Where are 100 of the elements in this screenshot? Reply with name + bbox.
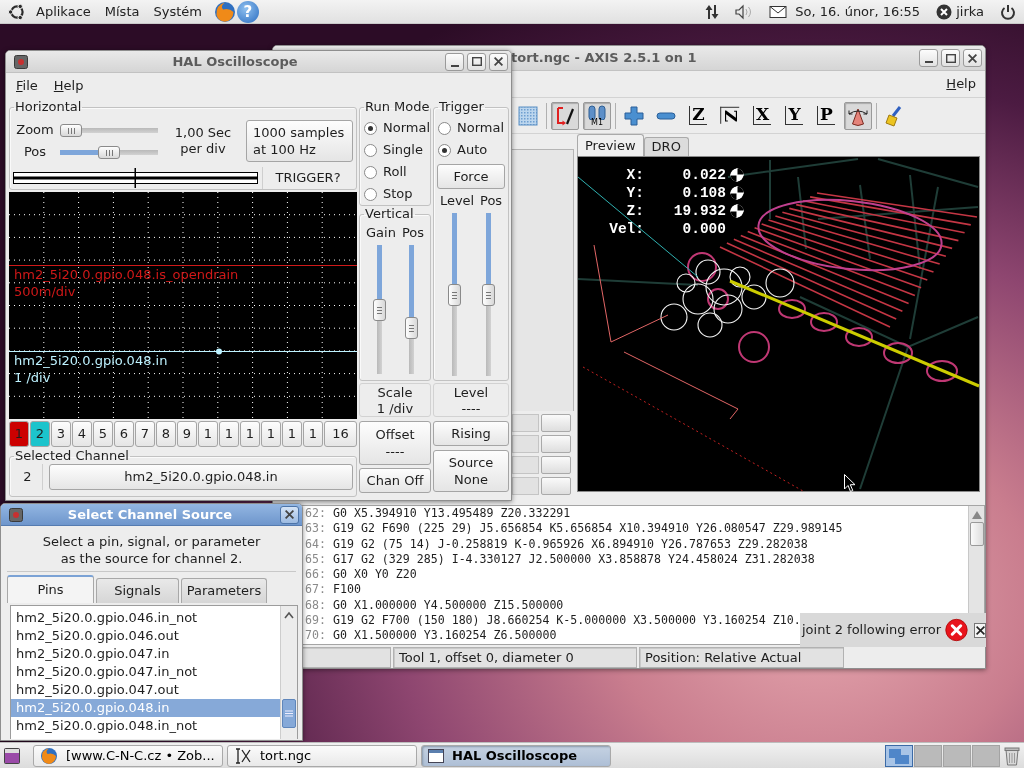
- taskbar-button[interactable]: HAL Oscilloscope: [421, 744, 611, 767]
- menu-item[interactable]: Místa: [102, 3, 142, 20]
- radio-button[interactable]: [438, 143, 451, 157]
- list-item[interactable]: hm2_5i20.0.gpio.047.in: [11, 645, 280, 663]
- radio-label[interactable]: Stop: [383, 186, 413, 202]
- small-button[interactable]: [541, 435, 571, 453]
- small-button[interactable]: [541, 456, 571, 474]
- input-field[interactable]: [512, 456, 539, 474]
- radio-label[interactable]: Normal: [457, 120, 505, 136]
- circle-x-icon[interactable]: [936, 3, 953, 20]
- workspace-cell[interactable]: [972, 744, 1000, 767]
- slider-thumb[interactable]: [372, 298, 386, 321]
- taskbar-button[interactable]: [www.C-N-C.cz • Zob...: [33, 744, 223, 767]
- channel-button[interactable]: 9: [177, 421, 197, 447]
- preview-canvas[interactable]: X: 0.022 Y: 0.108 Z: 19.932 Vel: 0.000: [577, 156, 980, 492]
- logo-icon[interactable]: [8, 2, 26, 21]
- channel-button[interactable]: 16: [324, 421, 357, 447]
- list-item[interactable]: hm2_5i20.0.gpio.047.in_not: [11, 663, 280, 681]
- desktop-icon[interactable]: [4, 747, 20, 764]
- radio-button[interactable]: [364, 165, 377, 179]
- workspace-cell[interactable]: [943, 744, 971, 767]
- window-menu-icon[interactable]: [14, 54, 28, 69]
- channel-button[interactable]: 8: [156, 421, 176, 447]
- perspective-button[interactable]: [844, 101, 872, 130]
- menu-item[interactable]: File: [15, 78, 39, 94]
- samples-button[interactable]: 1000 samples at 100 Hz: [246, 120, 353, 162]
- radio-label[interactable]: Normal: [383, 120, 431, 136]
- view-button[interactable]: Z: [684, 101, 712, 130]
- input-field[interactable]: [512, 435, 539, 453]
- channel-button[interactable]: 1: [261, 421, 281, 447]
- envelope-icon[interactable]: [769, 4, 788, 19]
- radio-button[interactable]: [438, 121, 451, 135]
- speaker-icon[interactable]: [735, 3, 754, 20]
- view-button[interactable]: P: [812, 101, 840, 130]
- list-item[interactable]: hm2_5i20.0.gpio.047.out: [11, 681, 280, 699]
- input-field[interactable]: [512, 477, 539, 495]
- channel-button[interactable]: 6: [114, 421, 134, 447]
- channel-button[interactable]: 1: [282, 421, 302, 447]
- radio-button[interactable]: [364, 143, 377, 157]
- view-button[interactable]: X: [748, 101, 776, 130]
- slider-thumb[interactable]: [447, 283, 461, 306]
- menu-item[interactable]: Aplikace: [34, 3, 93, 20]
- pin-list[interactable]: hm2_5i20.0.gpio.046.in_not hm2_5i20.0.gpio.046.out hm2_5i20.0.gpio.047.in hm2_5i20.0.gpio.047.in_not hm2_5i20.0.gpio.047.out hm2_5i20.0.gpio.048.in hm2_5i20.0.gpio.048.in_not: [10, 605, 298, 739]
- globe-icon[interactable]: [213, 0, 236, 23]
- radio-label[interactable]: Single: [383, 142, 423, 158]
- radio-button[interactable]: [364, 187, 377, 201]
- close-button[interactable]: [974, 622, 986, 638]
- workspace-cell[interactable]: [914, 744, 942, 767]
- clock[interactable]: So, 16. únor, 16:55: [795, 3, 921, 20]
- channel-button[interactable]: 1: [219, 421, 239, 447]
- tab[interactable]: DRO: [643, 137, 689, 156]
- list-item[interactable]: hm2_5i20.0.gpio.046.out: [11, 627, 280, 645]
- channel-button[interactable]: 7: [135, 421, 155, 447]
- tab[interactable]: Parameters: [181, 578, 267, 603]
- menu-item[interactable]: Help: [52, 78, 85, 94]
- trash-icon[interactable]: [1004, 745, 1020, 766]
- minimize-button[interactable]: [919, 49, 938, 67]
- channel-button[interactable]: 5: [93, 421, 113, 447]
- maximize-button[interactable]: [467, 52, 486, 71]
- tab[interactable]: Pins: [7, 575, 94, 603]
- arrows-icon[interactable]: [705, 3, 720, 20]
- close-button[interactable]: [963, 49, 982, 67]
- source-button[interactable]: Source None: [433, 450, 509, 492]
- menu-item[interactable]: Systém: [151, 3, 204, 20]
- slider-thumb[interactable]: [404, 316, 418, 339]
- power-icon[interactable]: [1000, 3, 1016, 20]
- tab[interactable]: Preview: [577, 134, 644, 156]
- toolpath-button[interactable]: [551, 101, 579, 130]
- small-button[interactable]: [541, 477, 571, 495]
- slider-thumb[interactable]: [60, 123, 82, 137]
- user-name[interactable]: jirka: [956, 3, 984, 20]
- minimize-button[interactable]: [445, 52, 464, 71]
- input-field[interactable]: [512, 414, 539, 432]
- edge-button[interactable]: Rising: [433, 421, 509, 446]
- list-item[interactable]: hm2_5i20.0.gpio.046.in_not: [11, 609, 280, 627]
- close-button[interactable]: [280, 505, 299, 524]
- slider-thumb[interactable]: [98, 145, 120, 159]
- offset-button[interactable]: Offset ----: [359, 421, 431, 465]
- channel-source-button[interactable]: hm2_5i20.0.gpio.048.in: [49, 464, 353, 490]
- radio-label[interactable]: Auto: [457, 142, 488, 158]
- small-button[interactable]: [541, 414, 571, 432]
- view-button[interactable]: Y: [780, 101, 808, 130]
- tab[interactable]: Signals: [96, 578, 179, 603]
- slider-thumb[interactable]: [481, 283, 495, 306]
- up-arrow-icon[interactable]: [970, 510, 983, 520]
- force-button[interactable]: Force: [437, 164, 505, 189]
- mstop-button[interactable]: M1: [583, 101, 611, 130]
- channel-button[interactable]: 4: [72, 421, 92, 447]
- chan-off-button[interactable]: Chan Off: [359, 468, 431, 493]
- close-button[interactable]: [489, 52, 508, 71]
- scrollbar-thumb[interactable]: [969, 522, 984, 546]
- channel-button[interactable]: 1: [240, 421, 260, 447]
- channel-button[interactable]: 1: [303, 421, 323, 447]
- radio-button[interactable]: [364, 121, 377, 135]
- window-menu-icon[interactable]: [9, 507, 23, 522]
- taskbar-button[interactable]: tort.ngc: [227, 744, 417, 767]
- view-button[interactable]: Z: [716, 101, 744, 130]
- maximize-button[interactable]: [941, 49, 960, 67]
- menu-item[interactable]: Help: [945, 76, 977, 92]
- channel-button[interactable]: 2: [30, 421, 50, 447]
